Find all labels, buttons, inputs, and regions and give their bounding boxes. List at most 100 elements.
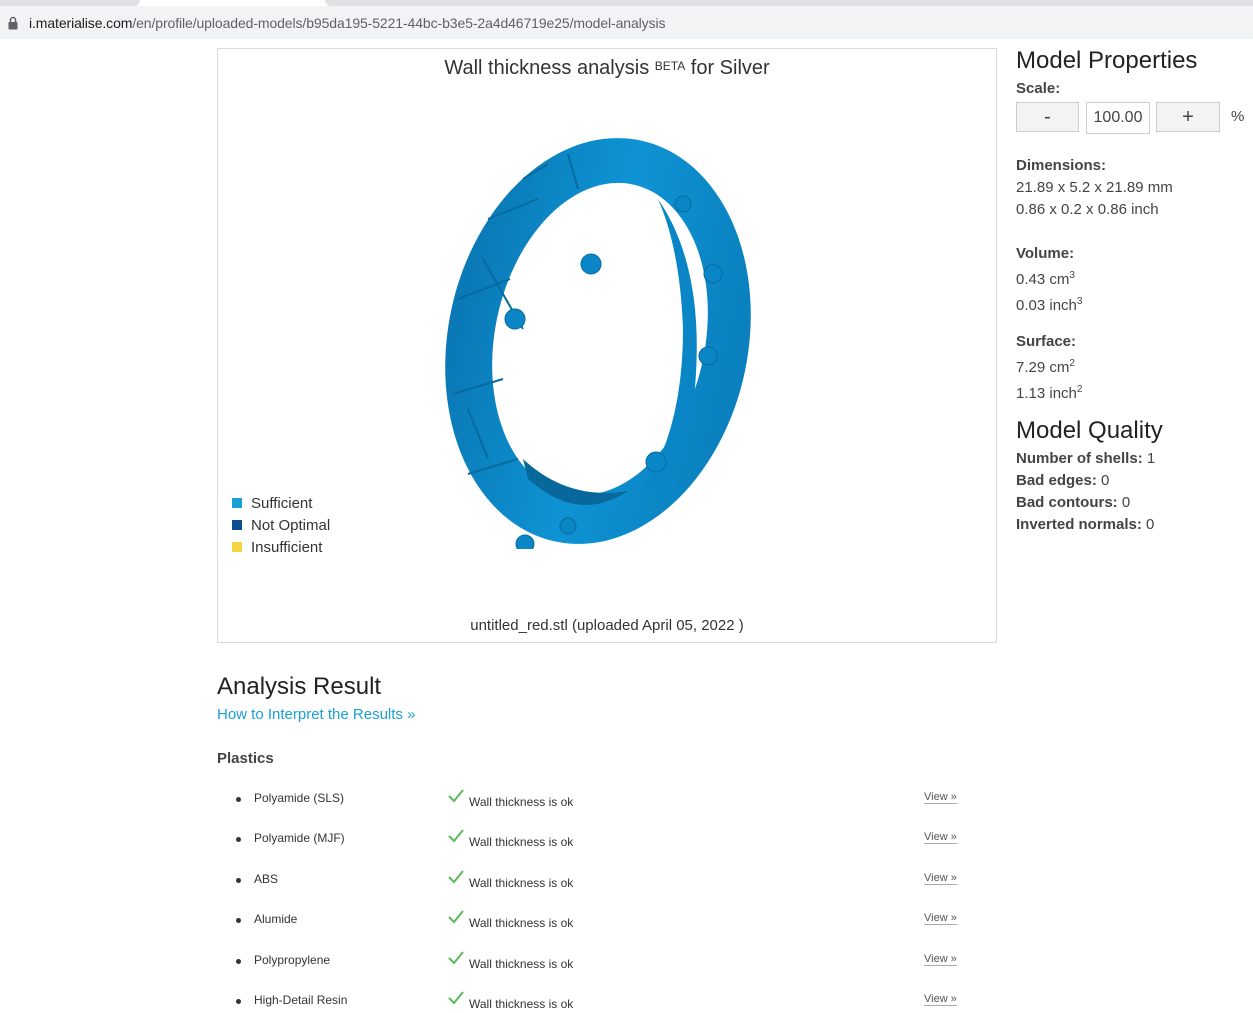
legend-item: Insufficient xyxy=(232,536,330,558)
url-host: i.materialise.com xyxy=(29,15,133,31)
view-link[interactable]: View » xyxy=(924,831,957,844)
check-icon xyxy=(448,870,464,884)
how-to-interpret-link[interactable]: How to Interpret the Results » xyxy=(217,706,415,723)
url-text[interactable]: i.materialise.com/en/profile/uploaded-mo… xyxy=(29,15,665,31)
status-text: Wall thickness is ok xyxy=(469,876,574,890)
viewer-title-main: Wall thickness analysis xyxy=(444,57,650,79)
model-quality-block: Model Quality Number of shells: 1 Bad ed… xyxy=(1016,414,1253,536)
model-properties-title: Model Properties xyxy=(1016,47,1198,74)
surface-label: Surface: xyxy=(1016,333,1077,350)
bad-contours-row: Bad contours: 0 xyxy=(1016,492,1253,514)
volume-cm: 0.43 cm3 xyxy=(1016,265,1082,291)
model-properties-panel: Model Properties Scale: - 100.00 + % Dim… xyxy=(1016,44,1253,533)
shells-row: Number of shells: 1 xyxy=(1016,448,1253,470)
material-name: Polyamide (SLS) xyxy=(254,791,345,805)
ring-model[interactable] xyxy=(428,129,758,549)
bullet xyxy=(236,918,241,923)
bad-edges-row: Bad edges: 0 xyxy=(1016,470,1253,492)
view-link[interactable]: View » xyxy=(924,872,957,885)
legend-swatch-insufficient xyxy=(232,542,242,552)
analysis-result-title: Analysis Result xyxy=(217,673,382,700)
beta-badge: BETA xyxy=(654,59,686,73)
inverted-normals-row: Inverted normals: 0 xyxy=(1016,514,1253,536)
volume-cm-value: 0.43 cm xyxy=(1016,271,1070,288)
surface-cm-value: 7.29 cm xyxy=(1016,359,1070,376)
model-filename: untitled_red.stl (uploaded April 05, 202… xyxy=(470,617,744,634)
view-link[interactable]: View » xyxy=(924,993,957,1006)
bullet xyxy=(236,959,241,964)
address-bar[interactable]: i.materialise.com/en/profile/uploaded-mo… xyxy=(0,6,1253,39)
surface-inch-value: 1.13 inch xyxy=(1016,385,1077,402)
scale-input[interactable]: 100.00 xyxy=(1086,102,1150,134)
plastics-heading: Plastics xyxy=(217,750,274,767)
bullet xyxy=(236,878,241,883)
check-icon xyxy=(448,951,464,965)
scale-decrease-button[interactable]: - xyxy=(1016,102,1079,132)
bad-contours-value: 0 xyxy=(1121,494,1131,511)
material-name: High-Detail Resin xyxy=(254,993,348,1007)
viewer-title: Wall thickness analysis BETA for Silver xyxy=(218,57,996,80)
material-name: ABS xyxy=(254,872,279,886)
scale-label: Scale: xyxy=(1016,80,1061,97)
legend-label: Sufficient xyxy=(251,494,313,512)
legend-label: Not Optimal xyxy=(251,516,331,534)
bad-contours-label: Bad contours: xyxy=(1016,494,1118,511)
material-name: Polyamide (MJF) xyxy=(254,831,345,845)
dimensions-block: Dimensions: 21.89 x 5.2 x 21.89 mm 0.86 … xyxy=(1016,155,1173,221)
legend: Sufficient Not Optimal Insufficient xyxy=(232,492,330,558)
status-text: Wall thickness is ok xyxy=(469,957,574,971)
url-path: /en/profile/uploaded-models/b95da195-522… xyxy=(132,15,666,31)
shells-label: Number of shells: xyxy=(1016,450,1143,467)
bad-edges-value: 0 xyxy=(1101,472,1110,489)
bullet xyxy=(236,999,241,1004)
surface-inch: 1.13 inch2 xyxy=(1016,379,1082,405)
volume-inch-value: 0.03 inch xyxy=(1016,297,1077,314)
check-icon xyxy=(448,829,464,843)
volume-inch: 0.03 inch3 xyxy=(1016,291,1082,317)
status-text: Wall thickness is ok xyxy=(469,997,574,1011)
surface-cm: 7.29 cm2 xyxy=(1016,353,1082,379)
view-link[interactable]: View » xyxy=(924,953,957,966)
inverted-normals-value: 0 xyxy=(1146,516,1155,533)
check-icon xyxy=(448,991,464,1005)
status-text: Wall thickness is ok xyxy=(469,916,574,930)
material-row: Alumide Wall thickness is ok View » xyxy=(217,910,977,932)
check-icon xyxy=(448,789,464,803)
dimensions-mm: 21.89 x 5.2 x 21.89 mm xyxy=(1016,179,1173,196)
bullet xyxy=(236,837,241,842)
material-row: Polyamide (SLS) Wall thickness is ok Vie… xyxy=(217,789,977,811)
material-name: Alumide xyxy=(254,912,298,926)
status-text: Wall thickness is ok xyxy=(469,835,574,849)
scale-increase-button[interactable]: + xyxy=(1156,102,1220,132)
material-row: Polyamide (MJF) Wall thickness is ok Vie… xyxy=(217,829,977,851)
volume-label: Volume: xyxy=(1016,245,1075,262)
dimensions-label: Dimensions: xyxy=(1016,157,1107,174)
exponent: 3 xyxy=(1069,270,1075,281)
view-link[interactable]: View » xyxy=(924,912,957,925)
legend-swatch-not-optimal xyxy=(232,520,242,530)
material-name: Polypropylene xyxy=(254,953,331,967)
scale-control: - 100.00 + % xyxy=(1016,102,1253,136)
model-viewer[interactable]: Wall thickness analysis BETA for Silver xyxy=(217,48,997,643)
model-quality-title: Model Quality xyxy=(1016,417,1163,444)
dimensions-inch: 0.86 x 0.2 x 0.86 inch xyxy=(1016,201,1159,218)
inverted-normals-label: Inverted normals: xyxy=(1016,516,1142,533)
exponent: 3 xyxy=(1076,296,1083,307)
surface-block: Surface: 7.29 cm2 1.13 inch2 xyxy=(1016,331,1082,405)
exponent: 2 xyxy=(1076,384,1083,395)
legend-swatch-sufficient xyxy=(232,498,242,508)
exponent: 2 xyxy=(1069,358,1075,369)
shells-value: 1 xyxy=(1146,450,1156,467)
material-row: High-Detail Resin Wall thickness is ok V… xyxy=(217,991,977,1013)
legend-item: Sufficient xyxy=(232,492,330,514)
legend-item: Not Optimal xyxy=(232,514,330,536)
viewer-title-material: for Silver xyxy=(690,57,770,79)
percent-unit: % xyxy=(1231,108,1245,125)
volume-block: Volume: 0.43 cm3 0.03 inch3 xyxy=(1016,243,1082,317)
lock-icon[interactable] xyxy=(8,16,18,30)
status-text: Wall thickness is ok xyxy=(469,795,574,809)
bad-edges-label: Bad edges: xyxy=(1016,472,1097,489)
view-link[interactable]: View » xyxy=(924,791,957,804)
check-icon xyxy=(448,910,464,924)
material-row: Polypropylene Wall thickness is ok View … xyxy=(217,951,977,973)
